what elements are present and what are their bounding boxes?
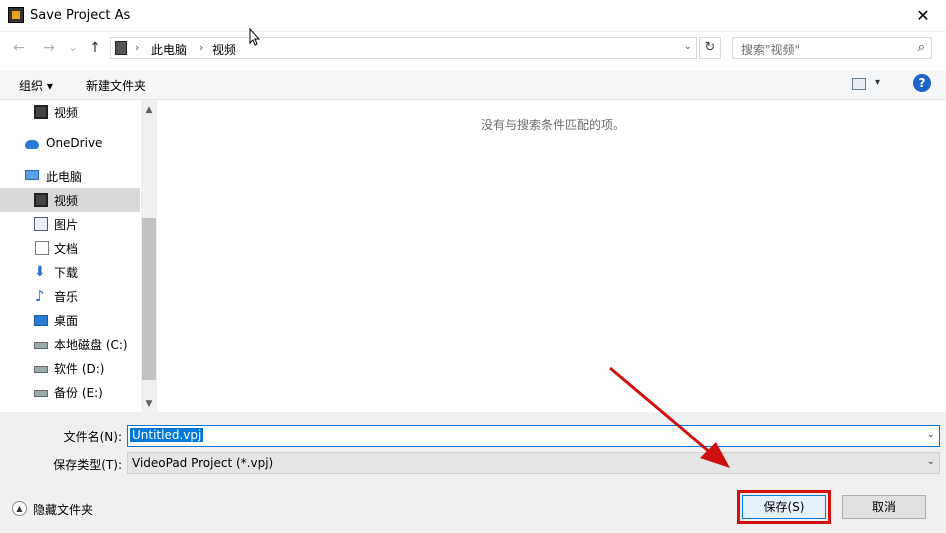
- film-folder-icon: [115, 41, 127, 55]
- search-input[interactable]: 搜索"视频" ⌕: [732, 37, 932, 59]
- filename-label: 文件名(N):: [63, 430, 122, 444]
- window-title: Save Project As: [30, 8, 131, 23]
- sidebar-item-drive-d[interactable]: 软件 (D:): [0, 356, 140, 380]
- sidebar-item-label: OneDrive: [46, 136, 103, 150]
- sidebar-item-label: 桌面: [54, 314, 79, 328]
- new-folder-button[interactable]: 新建文件夹: [86, 77, 146, 94]
- breadcrumb-separator-icon: ›: [135, 41, 140, 54]
- recent-locations-chevron-icon[interactable]: ⌄: [64, 39, 82, 57]
- sidebar-scrollbar[interactable]: ▲ ▼: [141, 100, 157, 412]
- sidebar-item-downloads[interactable]: ⬇ 下载: [0, 260, 140, 284]
- organize-menu-button[interactable]: 组织 ▾: [19, 77, 53, 94]
- scroll-up-arrow-icon[interactable]: ▲: [141, 102, 157, 118]
- sidebar-item-label: 视频: [54, 106, 79, 120]
- desktop-icon: [34, 315, 48, 326]
- sidebar-item-onedrive[interactable]: OneDrive: [0, 132, 140, 156]
- picture-icon: [34, 217, 48, 231]
- sidebar-item-pictures[interactable]: 图片: [0, 212, 140, 236]
- sidebar-item-label: 此电脑: [46, 170, 83, 184]
- computer-icon: [25, 170, 39, 180]
- videopad-app-icon: [8, 7, 24, 23]
- refresh-icon[interactable]: ↻: [699, 37, 721, 59]
- filename-field[interactable]: Untitled.vpj ⌄: [127, 425, 940, 447]
- sidebar-item-videos[interactable]: 视频: [0, 188, 140, 212]
- film-icon: [34, 193, 48, 207]
- cancel-button[interactable]: 取消: [842, 495, 926, 519]
- music-icon: ♪: [35, 287, 45, 305]
- breadcrumb-separator-icon: ›: [199, 41, 204, 54]
- sidebar-item-label: 下载: [54, 266, 79, 280]
- address-bar[interactable]: › 此电脑 › 视频 ⌄: [110, 37, 697, 59]
- sidebar-item-desktop[interactable]: 桌面: [0, 308, 140, 332]
- title-bar: Save Project As ✕: [0, 0, 946, 32]
- drive-icon: [34, 342, 48, 349]
- sidebar-item-this-pc[interactable]: 此电脑: [0, 164, 140, 188]
- drive-icon: [34, 366, 48, 373]
- empty-results-message: 没有与搜索条件匹配的项。: [481, 118, 626, 132]
- save-button[interactable]: 保存(S): [742, 495, 826, 519]
- filetype-label: 保存类型(T):: [53, 458, 122, 472]
- navigation-bar: ← → ⌄ ↑ › 此电脑 › 视频 ⌄ ↻ 搜索"视频" ⌕: [0, 32, 946, 64]
- sidebar-item-label: 备份 (E:): [54, 386, 103, 400]
- download-icon: ⬇: [34, 264, 46, 280]
- view-options-icon[interactable]: [852, 78, 866, 90]
- view-dropdown-chevron-icon[interactable]: ▾: [875, 77, 880, 88]
- hide-folders-label: 隐藏文件夹: [33, 503, 94, 517]
- sidebar-item-label: 图片: [54, 218, 79, 232]
- up-arrow-icon[interactable]: ↑: [86, 39, 104, 57]
- filename-dropdown-icon[interactable]: ⌄: [927, 429, 935, 440]
- filename-value: Untitled.vpj: [130, 428, 204, 442]
- sidebar-item-label: 本地磁盘 (C:): [54, 338, 128, 352]
- cloud-icon: [25, 140, 39, 149]
- filetype-value: VideoPad Project (*.vpj): [132, 456, 274, 470]
- forward-arrow-icon[interactable]: →: [40, 39, 58, 57]
- filetype-dropdown-icon[interactable]: ⌄: [927, 456, 935, 467]
- command-toolbar: 组织 ▾ 新建文件夹 ▾ ?: [0, 70, 946, 100]
- sidebar-item-label: 音乐: [54, 290, 79, 304]
- back-arrow-icon[interactable]: ←: [10, 39, 28, 57]
- close-button[interactable]: ✕: [900, 0, 946, 32]
- filetype-select[interactable]: VideoPad Project (*.vpj) ⌄: [127, 452, 940, 474]
- navigation-pane: 视频 OneDrive 此电脑 视频 图片 文档 ⬇ 下载 ♪ 音乐 桌面 本地…: [0, 100, 157, 412]
- scroll-down-arrow-icon[interactable]: ▼: [141, 396, 157, 412]
- search-placeholder: 搜索"视频": [741, 43, 801, 57]
- sidebar-item-label: 软件 (D:): [54, 362, 105, 376]
- help-icon[interactable]: ?: [913, 74, 931, 92]
- search-icon[interactable]: ⌕: [918, 40, 925, 55]
- file-list-area[interactable]: 没有与搜索条件匹配的项。: [158, 100, 946, 412]
- document-icon: [35, 241, 49, 255]
- sidebar-item-label: 视频: [54, 194, 79, 208]
- mouse-cursor-icon: [249, 28, 261, 46]
- breadcrumb-videos[interactable]: 视频: [212, 41, 236, 58]
- sidebar-item-label: 文档: [54, 242, 79, 256]
- save-form-panel: 文件名(N): Untitled.vpj ⌄ 保存类型(T): VideoPad…: [0, 412, 946, 533]
- collapse-chevron-icon: ▲: [12, 501, 27, 516]
- scrollbar-thumb[interactable]: [142, 218, 156, 380]
- sidebar-item-drive-e[interactable]: 备份 (E:): [0, 380, 140, 404]
- address-dropdown-icon[interactable]: ⌄: [684, 41, 692, 52]
- sidebar-item-drive-c[interactable]: 本地磁盘 (C:): [0, 332, 140, 356]
- sidebar-item-documents[interactable]: 文档: [0, 236, 140, 260]
- breadcrumb-this-pc[interactable]: 此电脑: [151, 41, 187, 58]
- drive-icon: [34, 390, 48, 397]
- sidebar-item-music[interactable]: ♪ 音乐: [0, 284, 140, 308]
- film-icon: [34, 105, 48, 119]
- sidebar-item-videos-quick[interactable]: 视频: [0, 100, 140, 124]
